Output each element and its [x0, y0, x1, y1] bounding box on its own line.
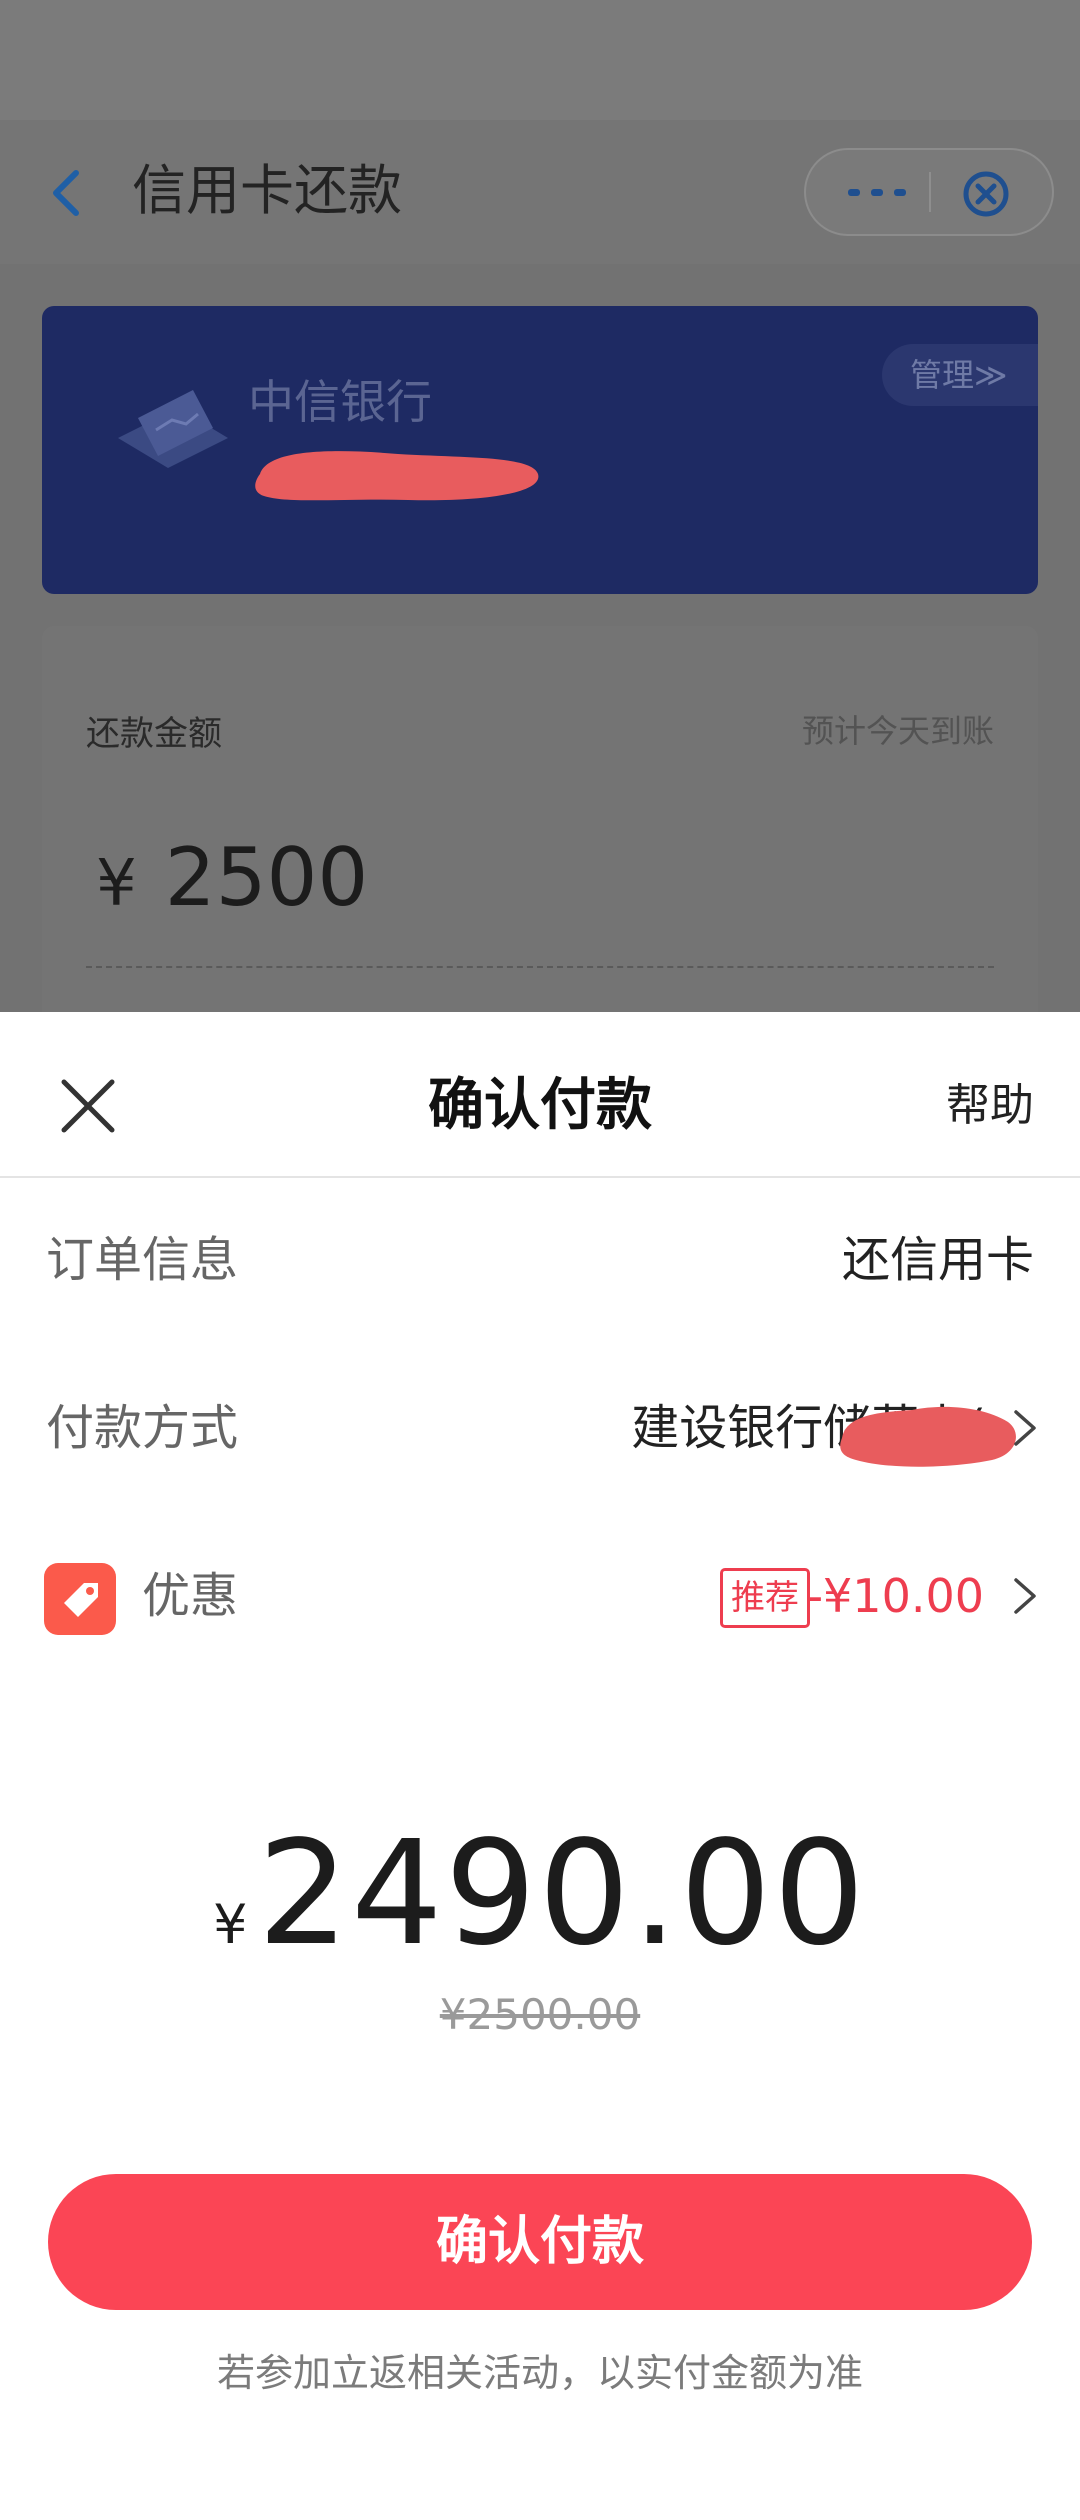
payment-method-label: 付款方式 — [46, 1400, 239, 1456]
page-title: 信用卡还款 — [132, 159, 402, 222]
bank-card-icon — [118, 390, 228, 468]
redacted-card-suffix — [840, 1406, 1016, 1467]
status-bar — [0, 0, 1080, 120]
currency-symbol: ¥ — [96, 847, 137, 921]
coupon-tag-icon — [44, 1563, 116, 1635]
repayment-amount-number: 2500 — [164, 831, 369, 924]
help-link[interactable]: 帮助 — [946, 1070, 1034, 1142]
final-currency-symbol: ¥ — [213, 1893, 248, 1956]
credit-card-panel: 中信银行 管理≫ — [42, 306, 1038, 594]
recommended-badge: 推荐 — [720, 1568, 810, 1628]
final-payment-amount: ¥2490.00 — [0, 1808, 1080, 1978]
capsule-divider — [929, 172, 931, 212]
payment-method-row[interactable]: 付款方式 建设银行储蓄卡( — [0, 1368, 1080, 1488]
more-dots-icon[interactable] — [842, 172, 912, 212]
sheet-title: 确认付款 — [428, 1073, 652, 1138]
arrival-note: 预计今天到账 — [801, 712, 994, 750]
bank-name: 中信银行 — [248, 375, 432, 429]
order-info-row: 订单信息 还信用卡 — [0, 1200, 1080, 1320]
dashed-divider — [86, 966, 994, 968]
miniapp-capsule — [804, 148, 1054, 236]
coupon-label: 优惠 — [142, 1568, 239, 1624]
order-info-value: 还信用卡 — [841, 1232, 1034, 1288]
manage-button[interactable]: 管理≫ — [882, 344, 1038, 406]
chevron-right-icon — [1014, 1578, 1036, 1614]
repayment-amount-value[interactable]: ¥2500 — [96, 828, 368, 934]
back-arrow-icon[interactable] — [40, 165, 96, 221]
redacted-card-number — [255, 451, 539, 501]
original-amount: ¥2500.00 — [439, 1990, 641, 2039]
footnote-text: 若参加立返相关活动，以实付金额为准 — [216, 2351, 863, 2395]
repayment-amount-label: 还款金额 — [86, 714, 222, 754]
coupon-row[interactable]: 优惠 推荐 -¥10.00 — [0, 1536, 1080, 1656]
confirm-payment-button[interactable]: 确认付款 — [48, 2174, 1032, 2310]
chevron-right-icon — [1014, 1410, 1036, 1446]
final-amount-number: 2490.00 — [257, 1809, 867, 1977]
close-miniapp-icon[interactable] — [960, 168, 1012, 220]
order-info-label: 订单信息 — [46, 1232, 239, 1288]
sheet-header: 确认付款 帮助 — [0, 1012, 1080, 1178]
background-page: 信用卡还款 中信银行 管理≫ 还款金额 预计今天到账 ¥2500 — [0, 0, 1080, 1046]
discount-amount: -¥10.00 — [806, 1569, 984, 1623]
